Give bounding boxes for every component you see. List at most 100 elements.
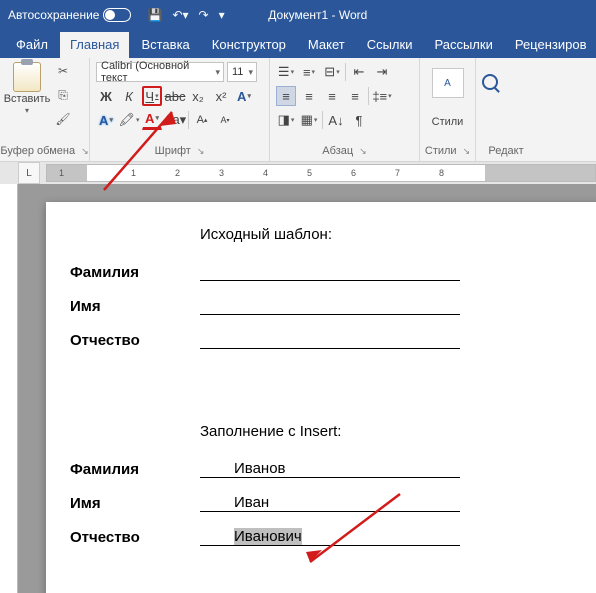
text-effects-button-2[interactable]: A (96, 110, 116, 130)
tab-mailings[interactable]: Рассылки (424, 32, 502, 58)
dialog-launcher-icon[interactable]: ↘ (359, 146, 367, 157)
document-area[interactable]: Исходный шаблон: Фамилия Имя Отчество За… (0, 184, 596, 593)
section1-title: Исходный шаблон: (70, 226, 582, 243)
redo-icon[interactable]: ↷ (199, 8, 209, 22)
ribbon: Вставить ▾ ✂ ⎘ 🖌 Буфер обмена ↘ Calibri (… (0, 58, 596, 162)
underline-button[interactable]: Ч (142, 86, 162, 106)
bold-button[interactable]: Ж (96, 86, 116, 106)
ruler-tick: 8 (439, 168, 444, 178)
underline-field[interactable]: Иванов (200, 458, 460, 478)
document-title: Документ1 - Word (268, 8, 367, 22)
save-icon[interactable]: 💾 (147, 8, 162, 22)
ruler-tick: 3 (219, 168, 224, 178)
styles-btn-label: Стили (432, 116, 464, 128)
decrease-indent-button[interactable]: ⇤ (349, 62, 369, 82)
tab-review[interactable]: Рецензиров (505, 32, 596, 58)
value-lastname: Иванов (234, 460, 286, 477)
horizontal-ruler[interactable]: 1 1 2 3 4 5 6 7 8 (46, 164, 596, 182)
styles-button[interactable]: A (432, 68, 464, 98)
align-left-button[interactable]: ≡ (276, 86, 296, 106)
paste-icon (13, 62, 41, 92)
numbering-button[interactable]: ≡ (299, 62, 319, 82)
group-clipboard: Вставить ▾ ✂ ⎘ 🖌 Буфер обмена ↘ (0, 58, 90, 161)
cut-icon[interactable]: ✂ (54, 62, 72, 80)
ruler-tick: 2 (175, 168, 180, 178)
dialog-launcher-icon[interactable]: ↘ (463, 146, 471, 157)
ruler-tick: 7 (395, 168, 400, 178)
vertical-ruler[interactable] (0, 184, 18, 593)
row-patronymic-1: Отчество (70, 329, 582, 349)
ruler-tick: 4 (263, 168, 268, 178)
label-firstname: Имя (70, 495, 200, 512)
ruler-tick: 5 (307, 168, 312, 178)
group-editing: Редакт (476, 58, 536, 161)
font-color-button[interactable]: A (142, 110, 162, 130)
multilevel-button[interactable]: ⊟ (322, 62, 342, 82)
bullets-button[interactable]: ☰ (276, 62, 296, 82)
dialog-launcher-icon[interactable]: ↘ (81, 146, 89, 157)
group-clipboard-label: Буфер обмена (0, 145, 75, 157)
strikethrough-button[interactable]: abc (165, 86, 185, 106)
row-lastname-2: Фамилия Иванов (70, 458, 582, 478)
grow-font-button[interactable]: A▴ (192, 110, 212, 130)
group-font-label: Шрифт (155, 145, 191, 157)
underline-field[interactable] (200, 261, 460, 281)
group-font: Calibri (Основной текст 11 Ж К Ч abc x₂ … (90, 58, 270, 161)
group-paragraph: ☰ ≡ ⊟ ⇤ ⇥ ≡ ≡ ≡ ≡ ‡≡ ◨ ▦ A↓ ¶ (270, 58, 420, 161)
shading-button[interactable]: ◨ (276, 110, 296, 130)
italic-button[interactable]: К (119, 86, 139, 106)
borders-button[interactable]: ▦ (299, 110, 319, 130)
row-firstname-2: Имя Иван (70, 492, 582, 512)
autosave-label: Автосохранение (8, 8, 99, 22)
value-patronymic-selected[interactable]: Иванович (234, 528, 302, 545)
toggle-off-icon[interactable] (103, 8, 131, 22)
tab-design[interactable]: Конструктор (202, 32, 296, 58)
tab-insert[interactable]: Вставка (131, 32, 199, 58)
tab-file[interactable]: Файл (6, 32, 58, 58)
label-patronymic: Отчество (70, 529, 200, 546)
dialog-launcher-icon[interactable]: ↘ (197, 146, 205, 157)
quick-access-toolbar: 💾 ↶▾ ↷ ▾ (147, 8, 224, 22)
group-paragraph-label: Абзац (322, 145, 353, 157)
undo-icon[interactable]: ↶▾ (172, 8, 188, 22)
show-marks-button[interactable]: ¶ (349, 110, 369, 130)
highlight-button[interactable]: 🖍 (119, 110, 139, 130)
superscript-button[interactable]: x² (211, 86, 231, 106)
justify-button[interactable]: ≡ (345, 86, 365, 106)
underline-field[interactable] (200, 295, 460, 315)
align-right-button[interactable]: ≡ (322, 86, 342, 106)
autosave-toggle[interactable]: Автосохранение (8, 8, 131, 22)
copy-icon[interactable]: ⎘ (54, 86, 72, 104)
ruler-tick: 6 (351, 168, 356, 178)
increase-indent-button[interactable]: ⇥ (372, 62, 392, 82)
line-spacing-button[interactable]: ‡≡ (372, 86, 392, 106)
change-case-button[interactable]: Aa▾ (165, 110, 185, 130)
label-firstname: Имя (70, 298, 200, 315)
format-painter-icon[interactable]: 🖌 (54, 110, 72, 128)
page[interactable]: Исходный шаблон: Фамилия Имя Отчество За… (46, 202, 596, 593)
shrink-font-button[interactable]: A▾ (215, 110, 235, 130)
label-lastname: Фамилия (70, 461, 200, 478)
tab-layout[interactable]: Макет (298, 32, 355, 58)
ruler-tick: 1 (59, 168, 64, 178)
subscript-button[interactable]: x₂ (188, 86, 208, 106)
tab-home[interactable]: Главная (60, 32, 129, 58)
tab-selector[interactable]: L (18, 162, 40, 184)
group-styles: A Стили Стили ↘ (420, 58, 476, 161)
underline-field[interactable]: Иван (200, 492, 460, 512)
sort-button[interactable]: A↓ (326, 110, 346, 130)
group-styles-label: Стили (425, 145, 457, 157)
find-button[interactable] (482, 74, 530, 90)
tab-references[interactable]: Ссылки (357, 32, 423, 58)
text-effects-button[interactable]: A (234, 86, 254, 106)
paste-button[interactable]: Вставить ▾ (6, 62, 48, 128)
underline-field[interactable] (200, 329, 460, 349)
row-patronymic-2: Отчество Иванович (70, 526, 582, 546)
font-name-combo[interactable]: Calibri (Основной текст (96, 62, 224, 82)
underline-field[interactable]: Иванович (200, 526, 460, 546)
value-firstname: Иван (234, 494, 269, 511)
font-size-combo[interactable]: 11 (227, 62, 257, 82)
align-center-button[interactable]: ≡ (299, 86, 319, 106)
ribbon-tabs: Файл Главная Вставка Конструктор Макет С… (0, 30, 596, 58)
qat-more-icon[interactable]: ▾ (219, 8, 225, 22)
